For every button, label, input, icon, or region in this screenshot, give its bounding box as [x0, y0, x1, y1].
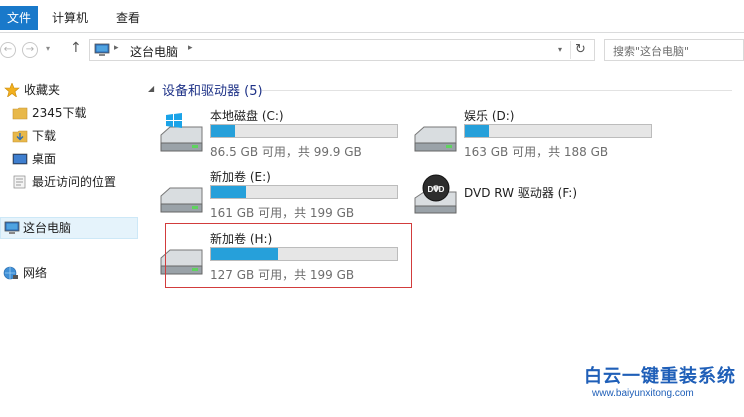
- windows-drive-icon: [160, 113, 203, 152]
- drive-d[interactable]: 娱乐 (D:) 163 GB 可用，共 188 GB: [412, 107, 662, 165]
- star-icon: [4, 83, 20, 97]
- group-header-devices[interactable]: 设备和驱动器 (5): [162, 80, 263, 99]
- tab-computer[interactable]: 计算机: [52, 6, 88, 30]
- drive-name: DVD RW 驱动器 (F:): [464, 186, 578, 200]
- drive-size: 86.5 GB 可用，共 99.9 GB: [210, 145, 362, 159]
- watermark-url: www.baiyunxitong.com: [592, 388, 694, 399]
- nav-item-this-pc[interactable]: 这台电脑: [0, 217, 138, 239]
- nav-item-label: 这台电脑: [23, 221, 72, 235]
- navigation-bar: ← → ▾ ↑ ▸ 这台电脑 ▸ ▾ ↻ 搜索"这台电脑": [0, 34, 744, 66]
- drive-size: 161 GB 可用，共 199 GB: [210, 206, 355, 220]
- up-button[interactable]: ↑: [70, 40, 82, 56]
- drive-usage-fill: [211, 186, 246, 198]
- breadcrumb-this-pc[interactable]: 这台电脑: [130, 43, 178, 60]
- drive-usage-bar: [464, 124, 652, 138]
- drive-usage-fill: [211, 125, 235, 137]
- forward-button[interactable]: →: [22, 42, 38, 58]
- drive-size: 163 GB 可用，共 188 GB: [464, 145, 609, 159]
- highlight-annotation-box: [165, 223, 412, 288]
- nav-item-label: 网络: [23, 266, 48, 280]
- refresh-button[interactable]: ↻: [570, 41, 590, 59]
- tab-view[interactable]: 查看: [116, 6, 140, 30]
- drive-name: 本地磁盘 (C:): [210, 109, 284, 123]
- navigation-pane: 收藏夹 2345下载 下载 桌面 最近访问的位置 这台电脑 网络: [0, 68, 140, 417]
- drive-e[interactable]: 新加卷 (E:) 161 GB 可用，共 199 GB: [158, 168, 408, 226]
- drive-name: 新加卷 (E:): [210, 170, 271, 184]
- folder-icon: [12, 107, 28, 120]
- group-collapse-icon[interactable]: ◢: [148, 84, 154, 93]
- nav-item-label: 最近访问的位置: [32, 175, 117, 189]
- network-icon: [3, 266, 18, 280]
- tab-file[interactable]: 文件: [0, 6, 38, 30]
- breadcrumb-separator[interactable]: ▸: [114, 43, 119, 53]
- search-placeholder: 搜索"这台电脑": [613, 45, 690, 58]
- desktop-icon: [12, 153, 28, 165]
- watermark-title: 白云一键重装系统: [584, 366, 736, 387]
- drive-usage-bar: [210, 124, 398, 138]
- nav-item-label: 2345下载: [32, 106, 87, 120]
- nav-favorites-label: 收藏夹: [24, 83, 61, 97]
- breadcrumb-separator[interactable]: ▸: [188, 43, 193, 53]
- recent-locations-dropdown[interactable]: ▾: [46, 44, 50, 53]
- drive-usage-fill: [465, 125, 489, 137]
- recent-places-icon: [13, 175, 26, 189]
- ribbon: 文件 计算机 查看: [0, 0, 744, 33]
- drive-name: 娱乐 (D:): [464, 109, 515, 123]
- nav-item-label: 下载: [32, 129, 57, 143]
- hard-drive-icon: [414, 126, 457, 152]
- computer-icon: [4, 221, 20, 234]
- watermark: 白云一键重装系统 www.baiyunxitong.com: [552, 360, 744, 417]
- svg-text:DVD: DVD: [428, 185, 445, 194]
- nav-item-label: 桌面: [32, 152, 57, 166]
- computer-icon: [94, 43, 110, 56]
- drive-c[interactable]: 本地磁盘 (C:) 86.5 GB 可用，共 99.9 GB: [158, 107, 408, 165]
- address-bar[interactable]: ▸ 这台电脑 ▸ ▾ ↻: [89, 39, 595, 61]
- hard-drive-icon: [160, 187, 203, 213]
- drive-f-dvd[interactable]: DVD DVD RW 驱动器 (F:): [412, 168, 662, 226]
- downloads-folder-icon: [12, 130, 28, 143]
- back-button[interactable]: ←: [0, 42, 16, 58]
- dvd-drive-icon: DVD: [414, 174, 457, 214]
- search-box[interactable]: 搜索"这台电脑": [604, 39, 744, 61]
- drive-usage-bar: [210, 185, 398, 199]
- address-dropdown[interactable]: ▾: [558, 45, 562, 54]
- group-divider: [262, 90, 732, 91]
